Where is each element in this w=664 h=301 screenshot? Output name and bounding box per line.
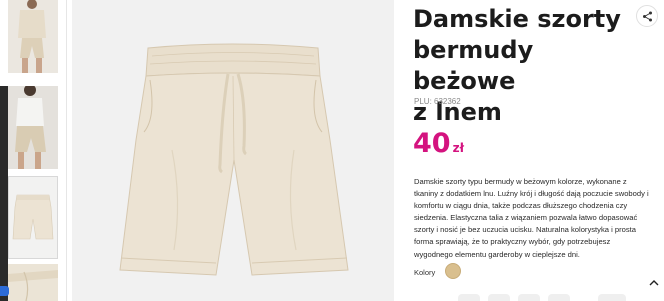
main-product-image[interactable] xyxy=(72,0,394,301)
thumbnail-4[interactable] xyxy=(8,264,58,301)
thumbnail-1[interactable] xyxy=(8,0,58,73)
divider xyxy=(66,0,67,301)
thumbnail-2-image xyxy=(8,86,58,169)
thumbnail-strip-shadow xyxy=(0,86,8,301)
shorts-illustration xyxy=(72,0,394,301)
bottom-tab-4[interactable] xyxy=(548,294,570,301)
product-title: Damskie szorty bermudy beżowe z lnem xyxy=(413,4,623,128)
thumbnail-3-selected[interactable] xyxy=(8,176,58,259)
product-title-line-2: bermudy beżowe xyxy=(413,36,534,95)
share-button[interactable] xyxy=(636,5,658,27)
bottom-tab-5[interactable] xyxy=(598,294,626,301)
share-icon xyxy=(642,11,652,21)
scroll-indicator[interactable] xyxy=(0,286,9,296)
product-price: 40 zł xyxy=(413,128,464,159)
scroll-to-top-button[interactable] xyxy=(646,274,662,290)
product-title-line-1: Damskie szorty xyxy=(413,5,621,33)
thumbnail-gallery xyxy=(0,0,72,301)
chevron-up-icon xyxy=(649,279,659,285)
thumbnail-3-image xyxy=(9,177,57,258)
bottom-tab-3[interactable] xyxy=(518,294,540,301)
thumbnail-2[interactable] xyxy=(8,86,58,169)
product-description: Damskie szorty typu bermudy w beżowym ko… xyxy=(414,177,649,259)
product-plu: PLU: 632362 xyxy=(414,97,461,106)
bottom-tab-1[interactable] xyxy=(458,294,480,301)
bottom-tab-2[interactable] xyxy=(488,294,510,301)
thumbnail-1-image xyxy=(8,0,58,73)
bottom-tabs xyxy=(458,294,628,301)
thumbnail-4-image xyxy=(8,264,58,301)
price-currency: zł xyxy=(452,141,465,155)
colors-label: Kolory xyxy=(414,268,436,277)
color-swatch-beige[interactable] xyxy=(445,263,461,279)
price-amount: 40 xyxy=(413,128,451,159)
